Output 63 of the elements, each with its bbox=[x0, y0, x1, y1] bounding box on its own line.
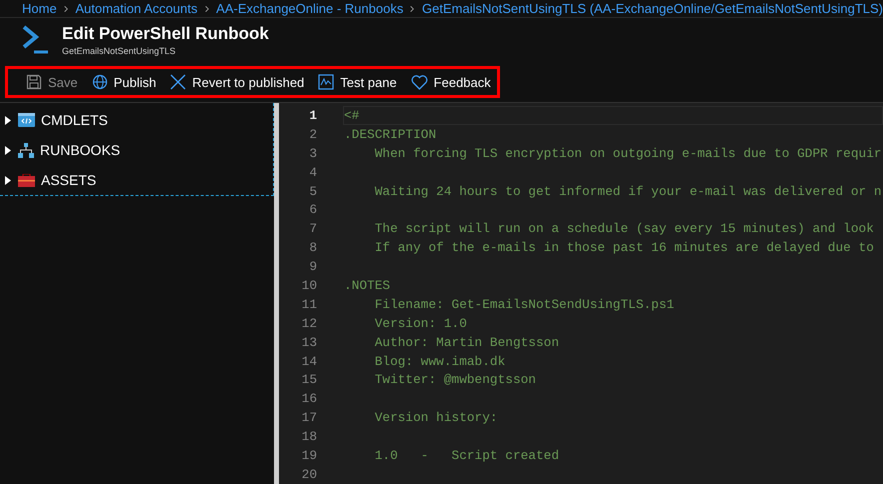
chevron-icon bbox=[64, 4, 68, 14]
collapsed-caret-icon[interactable] bbox=[4, 176, 12, 184]
code-line: When forcing TLS encryption on outgoing e-mails due to GDPR requir bbox=[374, 146, 882, 161]
code-line: The script will run on a schedule (say every 15 minutes) and look bbox=[374, 221, 874, 236]
chevron-icon bbox=[204, 4, 210, 14]
breadcrumb-link[interactable]: Home bbox=[22, 1, 57, 16]
tree-item[interactable]: ASSETS bbox=[0, 165, 273, 195]
code-line: Blog: www.imab.dk bbox=[374, 354, 506, 369]
code-line: If any of the e-mails in those past 16 minutes are delayed due to bbox=[374, 240, 874, 256]
line-number: 3 bbox=[308, 146, 317, 161]
line-number: 4 bbox=[308, 164, 317, 180]
code-line: Author: Martin Bengtsson bbox=[374, 334, 560, 350]
collapsed-caret-icon[interactable] bbox=[4, 146, 12, 154]
code-line: Filename: Get-EmailsNotSendUsingTLS.ps1 bbox=[374, 296, 674, 312]
code-line: .NOTES bbox=[344, 278, 390, 293]
line-number: 17 bbox=[300, 410, 317, 426]
tree-item[interactable]: CMDLETS bbox=[0, 105, 273, 135]
test-button[interactable]: Test pane bbox=[318, 74, 397, 90]
breadcrumb-link[interactable]: AA-ExchangeOnline - Runbooks bbox=[216, 1, 404, 16]
line-number: 9 bbox=[308, 259, 317, 274]
code-line: Version history: bbox=[374, 410, 498, 426]
line-number: 6 bbox=[308, 202, 317, 218]
line-number: 10 bbox=[300, 278, 317, 293]
save-icon bbox=[26, 74, 42, 90]
toolbox-icon bbox=[18, 174, 35, 186]
code-icon bbox=[18, 113, 35, 127]
page-title: Edit PowerShell Runbook bbox=[62, 24, 269, 44]
heart-icon bbox=[410, 74, 428, 90]
line-number: 20 bbox=[300, 466, 317, 482]
breadcrumb-link[interactable]: Automation Accounts bbox=[75, 1, 198, 16]
code-line: Version: 1.0 bbox=[374, 316, 467, 331]
line-number: 16 bbox=[300, 391, 317, 406]
breadcrumb-link[interactable]: GetEmailsNotSentUsingTLS (AA-ExchangeOnline/GetEmailsNotSentUsingTLS) bbox=[422, 1, 883, 16]
code-line: Waiting 24 hours to get informed if your e-mail was delivered or n bbox=[374, 184, 882, 198]
line-number: 12 bbox=[300, 316, 317, 331]
line-number: 2 bbox=[308, 126, 317, 142]
page-subtitle: GetEmailsNotSentUsingTLS bbox=[62, 46, 177, 56]
revert-button[interactable]: Revert to published bbox=[170, 74, 304, 90]
publish-button[interactable]: Publish bbox=[92, 74, 156, 90]
line-number: 14 bbox=[300, 354, 317, 369]
feedback-button[interactable]: Feedback bbox=[410, 74, 491, 90]
code-line: <# bbox=[344, 108, 360, 123]
line-number: 8 bbox=[308, 240, 317, 256]
line-number: 7 bbox=[308, 221, 317, 236]
line-number: 19 bbox=[300, 448, 317, 463]
code-line: 1.0 - Script created bbox=[374, 448, 560, 463]
line-number: 11 bbox=[300, 296, 317, 312]
tree-item[interactable]: RUNBOOKS bbox=[0, 135, 273, 165]
code-editor[interactable] bbox=[279, 103, 883, 484]
code-line: .DESCRIPTION bbox=[344, 126, 436, 142]
globe-icon bbox=[92, 74, 108, 90]
line-number: 15 bbox=[300, 372, 317, 388]
line-number: 5 bbox=[308, 184, 317, 198]
line-number: 18 bbox=[300, 429, 317, 444]
hierarchy-icon bbox=[18, 142, 34, 158]
close-icon bbox=[170, 74, 186, 90]
line-number: 13 bbox=[300, 334, 317, 350]
powershell-icon bbox=[22, 25, 50, 55]
code-line: Twitter: @mwbengtsson bbox=[374, 372, 536, 388]
chart-icon bbox=[318, 74, 334, 90]
collapsed-caret-icon[interactable] bbox=[4, 116, 12, 124]
line-number: 1 bbox=[308, 108, 317, 123]
chevron-icon bbox=[410, 4, 416, 14]
